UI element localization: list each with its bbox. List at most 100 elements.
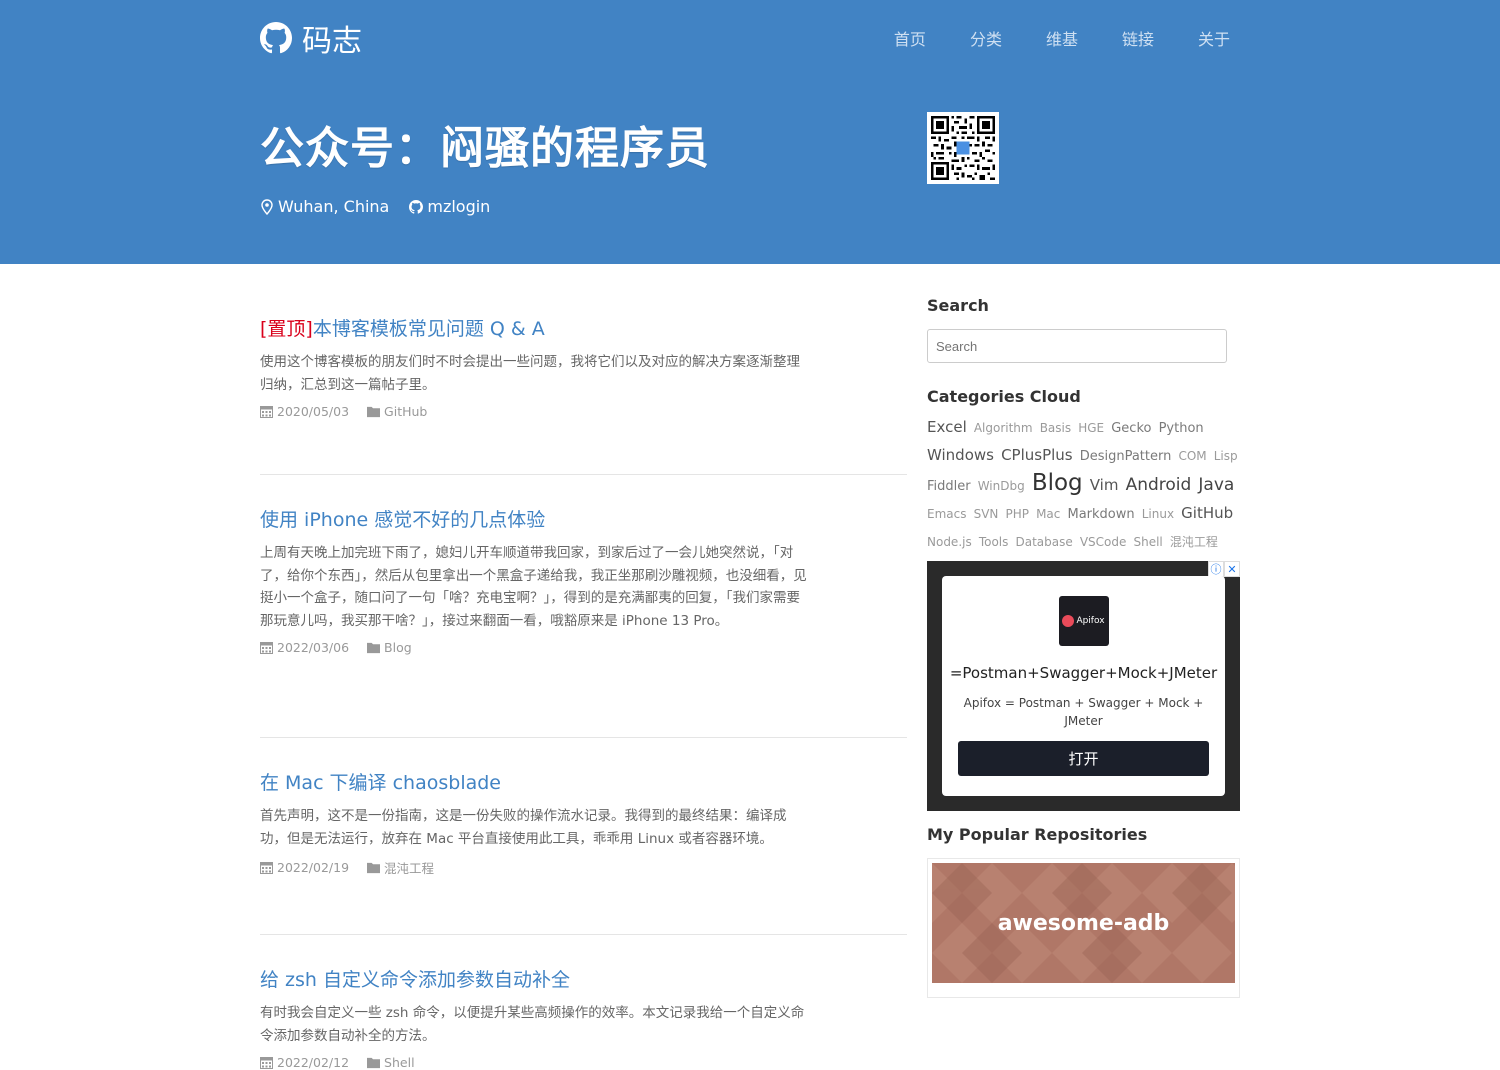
repo-name: awesome-adb (997, 910, 1170, 936)
category-tag[interactable]: Vim (1090, 476, 1119, 494)
post-meta: 2022/02/19 混沌工程 (260, 858, 907, 877)
ad-controls: ⓘ ✕ (1208, 561, 1240, 577)
post-date: 2020/05/03 (260, 404, 349, 419)
location-pin-icon (261, 198, 273, 215)
github-username: mzlogin (427, 197, 491, 216)
post-excerpt: 首先声明，这不是一份指南，这是一份失败的操作流水记录。我得到的最终结果：编译成功… (260, 808, 787, 847)
category-tag[interactable]: Linux (1142, 507, 1174, 521)
category-tag[interactable]: Tools (979, 535, 1009, 549)
post-category-text: Blog (384, 640, 412, 655)
category-tag[interactable]: Fiddler (927, 479, 971, 494)
post-category-link[interactable]: Shell (367, 1055, 415, 1070)
category-tag[interactable]: Android (1126, 475, 1192, 495)
categories-cloud-heading: Categories Cloud (927, 387, 1081, 406)
hero-meta: Wuhan, China mzlogin (260, 197, 490, 216)
nav-item-links[interactable]: 链接 (1122, 26, 1154, 50)
site-header: 码志 首页 分类 维基 链接 关于 公众号：闷骚的程序员 Wuhan, Chin… (0, 0, 1500, 264)
main-nav: 首页 分类 维基 链接 关于 (894, 26, 1230, 50)
ad-card: Apifox =Postman+Swagger+Mock+JMeter Apif… (942, 576, 1225, 796)
categories-cloud: Excel Algorithm Basis HGE Gecko Python W… (927, 414, 1240, 555)
post-excerpt: 使用这个博客模板的朋友们时不时会提出一些问题，我将它们以及对应的解决方案逐渐整理… (260, 354, 800, 393)
post-title-link[interactable]: 给 zsh 自定义命令添加参数自动补全 (260, 965, 907, 992)
location-text: Wuhan, China (278, 197, 390, 216)
folder-icon (367, 1057, 381, 1069)
post-category-link[interactable]: Blog (367, 640, 412, 655)
post-date: 2022/02/12 (260, 1055, 349, 1070)
search-heading: Search (927, 296, 989, 315)
ad-close-icon[interactable]: ✕ (1224, 561, 1240, 577)
category-tag[interactable]: Algorithm (974, 421, 1033, 435)
category-tag[interactable]: COM (1178, 449, 1206, 463)
popular-repos-heading: My Popular Repositories (927, 825, 1148, 844)
post-title-link[interactable]: [置顶]本博客模板常见问题 Q & A (260, 314, 907, 341)
qr-code-image (931, 116, 995, 180)
category-tag[interactable]: SVN (974, 507, 999, 521)
category-tag[interactable]: HGE (1078, 421, 1104, 435)
category-tag[interactable]: Shell (1133, 535, 1162, 549)
category-tag[interactable]: Java (1198, 475, 1234, 495)
category-tag[interactable]: VSCode (1080, 535, 1127, 549)
post-title-link[interactable]: 在 Mac 下编译 chaosblade (260, 768, 907, 795)
ad-open-button[interactable]: 打开 (958, 741, 1209, 776)
category-tag[interactable]: Node.js (927, 535, 972, 549)
calendar-icon (260, 642, 273, 654)
nav-item-about[interactable]: 关于 (1198, 26, 1230, 50)
category-tag[interactable]: 混沌工程 (1170, 535, 1218, 549)
post-title: 给 zsh 自定义命令添加参数自动补全 (260, 969, 570, 991)
category-tag[interactable]: Markdown (1067, 507, 1134, 522)
post-meta: 2020/05/03 GitHub (260, 404, 907, 419)
pinned-badge: [置顶] (260, 318, 313, 340)
calendar-icon (260, 406, 273, 418)
category-tag[interactable]: GitHub (1181, 504, 1233, 522)
nav-item-home[interactable]: 首页 (894, 26, 926, 50)
category-tag[interactable]: PHP (1005, 507, 1029, 521)
nav-item-categories[interactable]: 分类 (970, 26, 1002, 50)
ad-headline: =Postman+Swagger+Mock+JMeter (949, 664, 1218, 682)
folder-icon (367, 642, 381, 654)
post-category-text: Shell (384, 1055, 415, 1070)
post-date-text: 2020/05/03 (277, 404, 350, 419)
category-tag[interactable]: Blog (1032, 470, 1083, 496)
category-tag[interactable]: Emacs (927, 507, 966, 521)
post-title: 使用 iPhone 感觉不好的几点体验 (260, 509, 546, 531)
post-category-text: GitHub (384, 404, 428, 419)
github-icon (260, 22, 292, 54)
advertisement[interactable]: ⓘ ✕ Apifox =Postman+Swagger+Mock+JMeter … (927, 561, 1240, 811)
site-title: 码志 (302, 24, 362, 59)
apifox-logo: Apifox (1058, 596, 1109, 646)
post-category-link[interactable]: GitHub (367, 404, 427, 419)
apifox-logo-mark (1062, 615, 1075, 627)
category-tag[interactable]: DesignPattern (1080, 449, 1172, 464)
post-meta: 2022/02/12 Shell (260, 1055, 907, 1070)
category-tag[interactable]: Windows (927, 446, 994, 464)
category-tag[interactable]: Database (1015, 535, 1072, 549)
ad-info-icon[interactable]: ⓘ (1208, 561, 1224, 577)
site-brand-link[interactable]: 码志 (260, 16, 362, 60)
wechat-qr-code (927, 112, 999, 184)
category-tag[interactable]: CPlusPlus (1001, 446, 1073, 464)
category-tag[interactable]: Mac (1036, 507, 1060, 521)
post-category-link[interactable]: 混沌工程 (367, 858, 434, 877)
post-date: 2022/02/19 (260, 858, 349, 877)
repo-card[interactable]: awesome-adb (927, 858, 1240, 998)
github-profile-link[interactable]: mzlogin (409, 197, 490, 216)
category-tag[interactable]: Lisp (1214, 449, 1238, 463)
folder-icon (367, 862, 381, 874)
post-excerpt: 有时我会自定义一些 zsh 命令，以便提升某些高频操作的效率。本文记录我给一个自… (260, 1005, 805, 1044)
category-tag[interactable]: Excel (927, 418, 967, 436)
list-item: 使用 iPhone 感觉不好的几点体验 上周有天晚上加完班下雨了，媳妇儿开车顺道… (260, 505, 907, 738)
ad-subtext: Apifox = Postman + Swagger + Mock + JMet… (963, 696, 1204, 728)
post-title-link[interactable]: 使用 iPhone 感觉不好的几点体验 (260, 505, 907, 532)
list-item: [置顶]本博客模板常见问题 Q & A 使用这个博客模板的朋友们时不时会提出一些… (260, 314, 907, 475)
category-tag[interactable]: Gecko (1111, 421, 1151, 436)
post-title: 在 Mac 下编译 chaosblade (260, 772, 501, 794)
repo-banner: awesome-adb (932, 863, 1235, 983)
github-icon (409, 199, 424, 214)
nav-item-wiki[interactable]: 维基 (1046, 26, 1078, 50)
list-item: 给 zsh 自定义命令添加参数自动补全 有时我会自定义一些 zsh 命令，以便提… (260, 965, 907, 1070)
category-tag[interactable]: WinDbg (978, 479, 1025, 493)
search-input[interactable] (927, 329, 1227, 363)
category-tag[interactable]: Python (1159, 421, 1204, 436)
folder-icon (367, 406, 381, 418)
category-tag[interactable]: Basis (1040, 421, 1071, 435)
